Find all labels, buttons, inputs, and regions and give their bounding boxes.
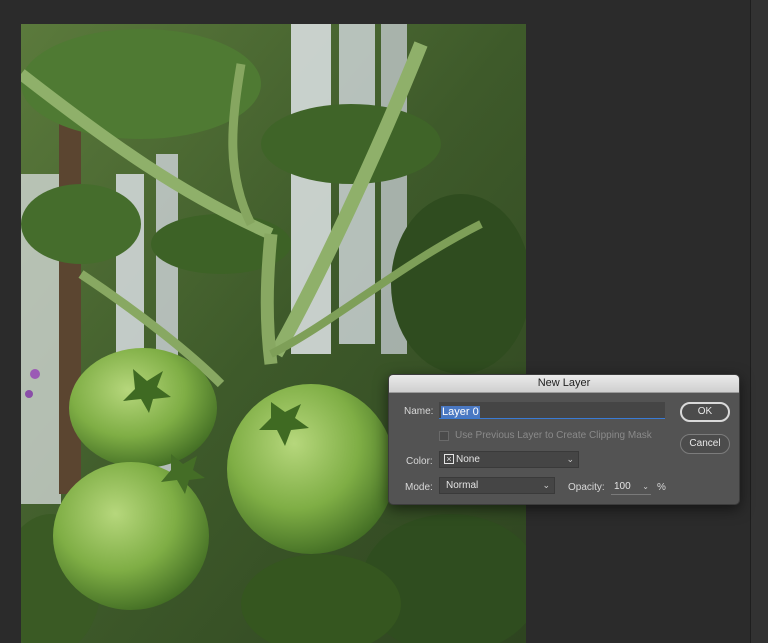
dialog-title[interactable]: New Layer [389, 375, 739, 393]
clipping-mask-checkbox[interactable] [439, 431, 449, 441]
layer-name-value: Layer 0 [441, 406, 480, 418]
new-layer-dialog: New Layer Name: Layer 0 Use Previous Lay… [388, 374, 740, 505]
mode-label: Mode: [405, 482, 433, 493]
chevron-down-icon: ⌄ [566, 454, 574, 464]
no-color-swatch-icon: × [444, 454, 454, 464]
opacity-value: 100 [614, 481, 631, 492]
opacity-input[interactable]: 100 ⌄ [611, 480, 651, 495]
ok-button[interactable]: OK [680, 402, 730, 422]
panel-edge [750, 0, 768, 643]
cancel-button[interactable]: Cancel [680, 434, 730, 454]
color-select[interactable]: × None ⌄ [439, 451, 579, 468]
canvas-image[interactable] [21, 24, 526, 643]
layer-name-input[interactable]: Layer 0 [439, 402, 665, 419]
opacity-label: Opacity: [568, 482, 605, 493]
mode-value: Normal [446, 480, 479, 491]
color-label: Color: [406, 456, 433, 467]
name-label: Name: [404, 406, 434, 417]
chevron-down-icon: ⌄ [642, 482, 649, 491]
clipping-mask-label: Use Previous Layer to Create Clipping Ma… [455, 430, 652, 441]
color-value: None [456, 454, 480, 465]
opacity-unit: % [657, 482, 666, 493]
chevron-down-icon: ⌄ [542, 480, 550, 490]
mode-select[interactable]: Normal ⌄ [439, 477, 555, 494]
